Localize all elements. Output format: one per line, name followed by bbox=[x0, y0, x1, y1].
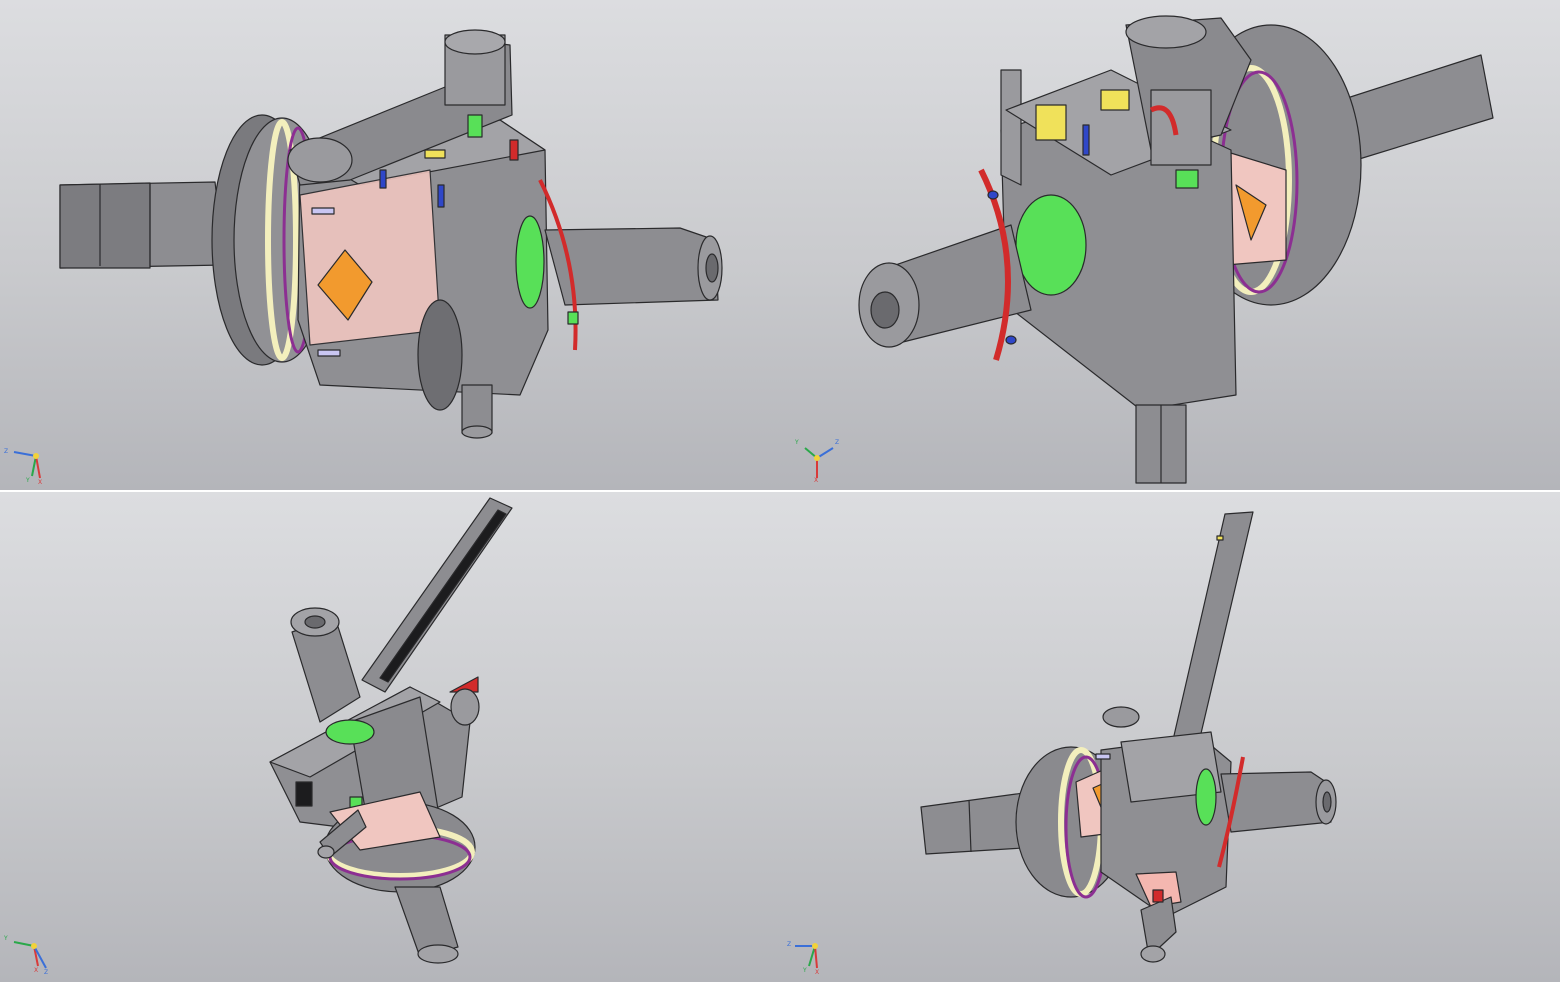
axis-label-2: Y bbox=[803, 967, 807, 974]
viewport-bottom-right[interactable]: Z Y X bbox=[781, 492, 1560, 982]
axis-triad: Z Y X bbox=[787, 932, 833, 978]
model-view-3[interactable] bbox=[0, 492, 781, 982]
viewport-top-right[interactable]: Y Z X bbox=[781, 0, 1560, 490]
gear-rack bbox=[1172, 511, 1254, 743]
axis-label-2: X bbox=[34, 967, 39, 974]
viewport-bottom-left[interactable]: Y X Z bbox=[0, 492, 781, 982]
axis-label-1: Z bbox=[787, 941, 792, 948]
axis-label-3: Z bbox=[44, 969, 49, 976]
rear-shaft bbox=[1340, 54, 1494, 161]
axis-label-3: X bbox=[814, 477, 819, 484]
axis-triad: Z Y X bbox=[4, 444, 50, 490]
axis-label-3: X bbox=[38, 479, 43, 486]
axis-label-2: Y bbox=[26, 477, 30, 484]
viewport-top-left[interactable]: Z Y X bbox=[0, 0, 781, 490]
axis-triad: Y Z X bbox=[795, 438, 841, 484]
axis-label-3: X bbox=[815, 969, 820, 976]
spur-gear bbox=[417, 299, 463, 411]
axis-label-1: Z bbox=[4, 448, 9, 455]
model-view-2[interactable] bbox=[781, 0, 1560, 490]
model-view-1[interactable] bbox=[0, 0, 781, 490]
axis-label-2: Z bbox=[835, 439, 840, 446]
axis-label-1: Y bbox=[795, 439, 799, 446]
model-view-4[interactable] bbox=[781, 492, 1560, 982]
axis-label-1: Y bbox=[4, 935, 8, 942]
axis-triad: Y X Z bbox=[4, 932, 50, 978]
